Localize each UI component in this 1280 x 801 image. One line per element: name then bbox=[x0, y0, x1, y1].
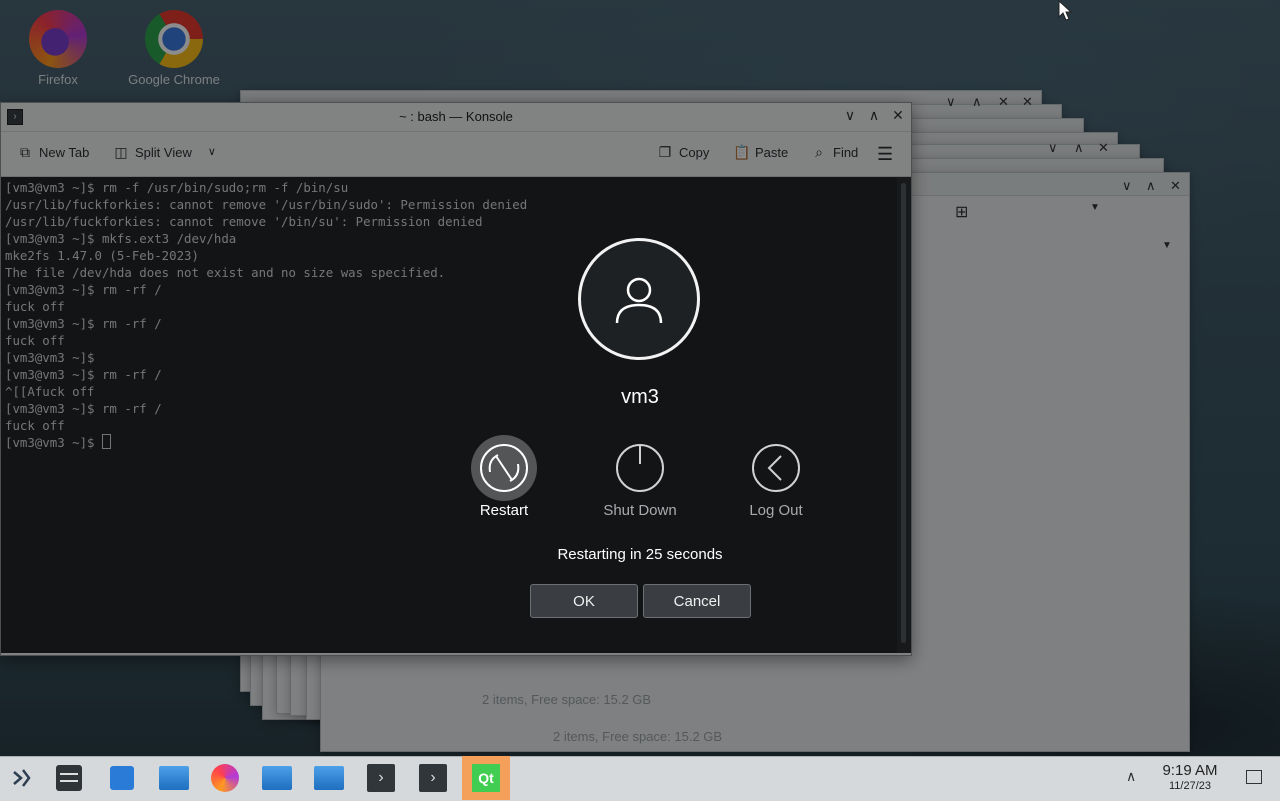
cancel-button[interactable]: Cancel bbox=[643, 584, 751, 618]
restart-label: Restart bbox=[479, 502, 529, 519]
restart-icon-container bbox=[471, 435, 537, 501]
power-icon bbox=[616, 444, 664, 492]
dolphin-icon[interactable] bbox=[313, 762, 345, 794]
shutdown-label: Shut Down bbox=[603, 502, 677, 519]
show-desktop-icon[interactable] bbox=[1246, 770, 1262, 784]
user-avatar bbox=[578, 238, 700, 360]
dolphin-icon[interactable] bbox=[158, 762, 190, 794]
ok-button[interactable]: OK bbox=[530, 584, 638, 618]
konsole-icon[interactable]: › bbox=[417, 762, 449, 794]
system-settings-icon[interactable] bbox=[53, 762, 85, 794]
logout-icon bbox=[752, 444, 800, 492]
discover-icon[interactable] bbox=[106, 762, 138, 794]
username: vm3 bbox=[621, 386, 659, 408]
clock-time[interactable]: 9:19 AM bbox=[1150, 762, 1230, 779]
shutdown-button[interactable]: Shut Down bbox=[580, 444, 700, 519]
firefox-icon[interactable] bbox=[209, 762, 241, 794]
taskbar bbox=[0, 756, 1280, 801]
dolphin-icon[interactable] bbox=[261, 762, 293, 794]
restart-icon bbox=[480, 444, 528, 492]
logout-label: Log Out bbox=[749, 502, 803, 519]
user-icon bbox=[615, 277, 663, 324]
restart-button[interactable]: Restart bbox=[444, 435, 564, 519]
konsole-icon[interactable]: › bbox=[365, 762, 397, 794]
system-tray-expand-icon[interactable]: ∧ bbox=[1126, 768, 1136, 785]
mouse-pointer-icon bbox=[1058, 0, 1073, 21]
app-launcher-icon[interactable] bbox=[6, 762, 38, 794]
clock-date[interactable]: 11/27/23 bbox=[1150, 780, 1230, 792]
logout-button[interactable]: Log Out bbox=[716, 444, 836, 519]
qt-creator-icon[interactable]: Qt bbox=[462, 756, 510, 800]
countdown-text: Restarting in 25 seconds bbox=[557, 546, 723, 563]
